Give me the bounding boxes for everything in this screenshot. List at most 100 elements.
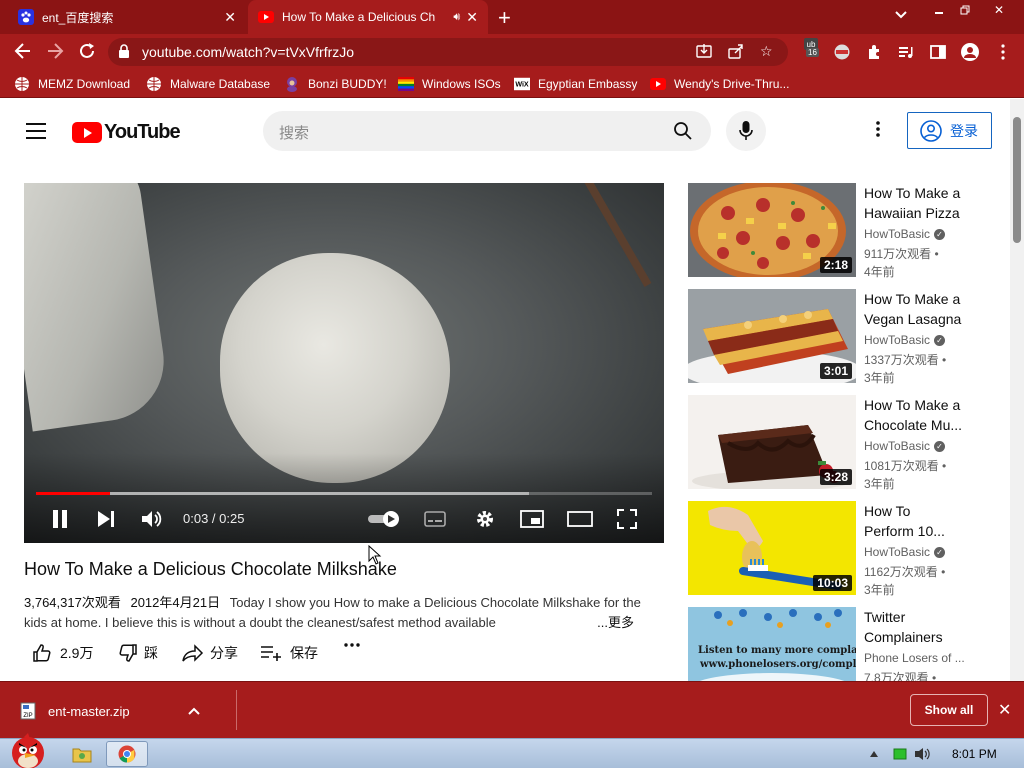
- new-tab-button[interactable]: +: [498, 5, 511, 31]
- start-button-angry-bird-icon[interactable]: [4, 731, 50, 768]
- recommendation-channel[interactable]: HowToBasic ✓: [864, 545, 946, 559]
- dislike-button[interactable]: 踩: [118, 643, 158, 663]
- install-icon[interactable]: [696, 43, 712, 62]
- tab-close-icon[interactable]: ✕: [224, 9, 236, 26]
- address-bar[interactable]: youtube.com/watch?v=tVxVfrfrzJo ☆: [108, 38, 788, 66]
- close-icon[interactable]: ✕: [998, 700, 1011, 720]
- show-all-button[interactable]: Show all: [910, 694, 988, 726]
- progress-played: [36, 492, 110, 495]
- recommendation-channel[interactable]: Phone Losers of ...: [864, 651, 965, 665]
- more-actions-button[interactable]: [344, 643, 360, 647]
- tray-expand-icon[interactable]: [870, 747, 878, 757]
- reload-icon[interactable]: [76, 42, 98, 65]
- speaker-icon[interactable]: 🔊︎: [453, 11, 460, 24]
- video-description[interactable]: 3,764,317次观看 2012年4月21日 Today I show you…: [24, 593, 644, 633]
- extension-badge-icon[interactable]: ub 16: [804, 38, 822, 58]
- search-input[interactable]: 搜索: [263, 111, 711, 151]
- profile-avatar-icon[interactable]: [961, 43, 979, 61]
- recommendation-channel[interactable]: HowToBasic ✓: [864, 227, 946, 241]
- recommendation-title[interactable]: How To Make a Vegan Lasagna: [864, 289, 974, 329]
- miniplayer-icon[interactable]: [518, 507, 546, 531]
- recommendation-title[interactable]: How To Make a Hawaiian Pizza: [864, 183, 974, 223]
- back-icon[interactable]: [12, 42, 34, 65]
- recommendation-views: 1081万次观看 •: [864, 459, 947, 473]
- save-button[interactable]: 保存: [260, 643, 318, 663]
- globe-icon: [14, 76, 30, 92]
- download-item[interactable]: ZIP ent-master.zip: [20, 702, 200, 720]
- recommendation-channel[interactable]: HowToBasic ✓: [864, 333, 946, 347]
- recommendation-thumbnail-pizza[interactable]: 2:18: [688, 183, 856, 277]
- bookmark-star-icon[interactable]: ☆: [760, 43, 773, 60]
- media-control-icon[interactable]: [897, 43, 915, 61]
- restore-icon[interactable]: [950, 0, 980, 20]
- browser-menu-icon[interactable]: [994, 43, 1012, 61]
- share-button[interactable]: 分享: [182, 643, 238, 663]
- tab-baidu[interactable]: ent_百度搜索 ✕: [8, 0, 246, 34]
- chevron-up-icon[interactable]: [187, 707, 200, 715]
- taskbar-clock[interactable]: 8:01 PM: [952, 747, 997, 761]
- sign-in-button[interactable]: 登录: [907, 112, 992, 149]
- next-icon[interactable]: [94, 507, 118, 531]
- chrome-taskbar-icon[interactable]: [106, 741, 148, 767]
- like-button[interactable]: 2.9万: [32, 643, 93, 663]
- share-arrow-icon: [182, 644, 210, 662]
- subtitles-icon[interactable]: [422, 507, 448, 531]
- bookmark-malware-db[interactable]: Malware Database: [146, 76, 270, 92]
- recommendation-channel[interactable]: HowToBasic ✓: [864, 439, 946, 453]
- extensions-puzzle-icon[interactable]: [865, 43, 883, 61]
- forward-icon[interactable]: [44, 42, 66, 65]
- youtube-icon: [650, 76, 666, 92]
- progress-bar[interactable]: [36, 492, 652, 495]
- tab-close-icon[interactable]: ✕: [466, 9, 478, 26]
- lock-icon[interactable]: [118, 44, 130, 64]
- recommendation-title[interactable]: How To Perform 10...: [864, 501, 974, 541]
- bookmark-memz[interactable]: MEMZ Download: [14, 76, 130, 92]
- window-close-icon[interactable]: ✕: [984, 0, 1014, 20]
- theater-mode-icon[interactable]: [566, 507, 594, 531]
- page-scrollbar[interactable]: [1010, 99, 1024, 681]
- video-player[interactable]: 0:03 / 0:25: [24, 183, 664, 543]
- bookmark-label: Malware Database: [170, 77, 271, 91]
- bookmark-wendys[interactable]: Wendy's Drive-Thru...: [650, 76, 789, 92]
- fullscreen-icon[interactable]: [614, 507, 640, 531]
- autoplay-toggle[interactable]: [366, 507, 402, 531]
- extension-count: 16: [806, 48, 819, 57]
- microphone-icon[interactable]: [726, 111, 766, 151]
- svg-text:ZIP: ZIP: [23, 713, 32, 719]
- side-panel-icon[interactable]: [929, 43, 947, 61]
- bookmark-windows-isos[interactable]: Windows ISOs: [398, 76, 501, 92]
- youtube-logo[interactable]: YouTube: [72, 121, 181, 144]
- recommendation-thumbnail-toothbrush[interactable]: 10:03: [688, 501, 856, 595]
- pause-icon[interactable]: [48, 507, 72, 531]
- profile-circle-extension-icon[interactable]: [833, 43, 851, 61]
- recommendation-thumbnail-cake[interactable]: 3:28: [688, 395, 856, 489]
- scrollbar-thumb[interactable]: [1013, 117, 1021, 243]
- bookmark-egyptian-embassy[interactable]: WiX Egyptian Embassy: [514, 76, 637, 92]
- file-explorer-icon[interactable]: [70, 741, 94, 767]
- settings-more-icon[interactable]: [872, 121, 884, 140]
- gear-icon[interactable]: [472, 507, 498, 531]
- bookmark-bonzi[interactable]: Bonzi BUDDY!: [284, 76, 387, 92]
- recommendation-thumbnail-lasagna[interactable]: 3:01: [688, 289, 856, 383]
- share-icon[interactable]: [728, 43, 744, 62]
- url-text[interactable]: youtube.com/watch?v=tVxVfrfrzJo: [142, 44, 354, 60]
- bookmark-label: MEMZ Download: [38, 77, 131, 91]
- recommendation-title[interactable]: Twitter Complainers: [864, 607, 974, 647]
- volume-tray-icon[interactable]: [914, 747, 930, 761]
- recommendation-title[interactable]: How To Make a Chocolate Mu...: [864, 395, 974, 435]
- recommendation-thumbnail-twitter[interactable]: Listen to many more complainers! www.pho…: [688, 607, 856, 681]
- volume-icon[interactable]: [140, 507, 164, 531]
- tab-youtube[interactable]: How To Make a Delicious Ch 🔊︎ ✕: [248, 0, 488, 34]
- bonzi-icon: [284, 76, 300, 92]
- video-duration: 2:18: [819, 257, 852, 273]
- network-icon[interactable]: [893, 747, 907, 761]
- tab-search-icon[interactable]: [895, 8, 907, 22]
- recommendation-views: 911万次观看 •: [864, 247, 939, 261]
- sign-in-label: 登录: [950, 122, 978, 139]
- menu-icon[interactable]: [26, 123, 46, 139]
- browser-toolbar: youtube.com/watch?v=tVxVfrfrzJo ☆ ub 16: [0, 34, 1024, 70]
- search-icon[interactable]: [673, 121, 693, 146]
- video-title: How To Make a Delicious Chocolate Milksh…: [24, 559, 397, 579]
- show-more-link[interactable]: ...更多: [591, 613, 634, 633]
- thumbs-up-icon: [32, 643, 60, 663]
